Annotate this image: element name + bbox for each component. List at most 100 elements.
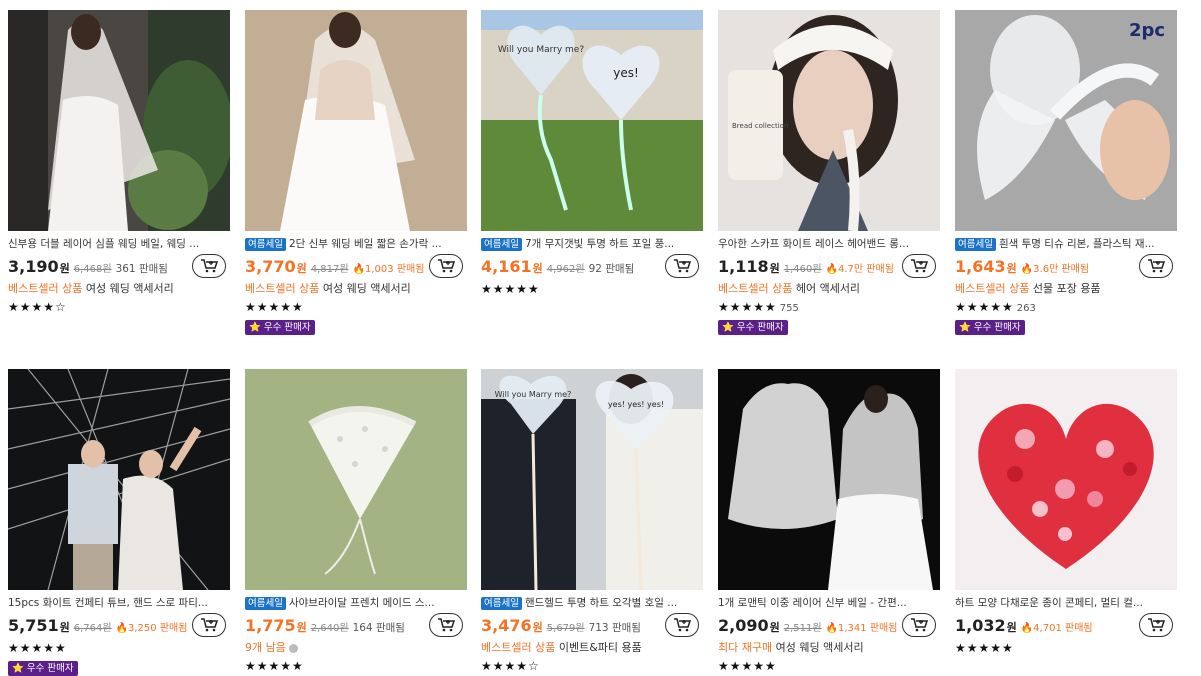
star-rating: ★★★★★ (8, 641, 67, 655)
sold-count: 🔥3.6만 판매됨 (1020, 264, 1090, 275)
currency: 원 (59, 621, 70, 634)
info-icon[interactable] (289, 643, 299, 653)
sold-count: 164 판매됨 (352, 622, 405, 634)
cart-plus-icon (911, 259, 928, 273)
product-title[interactable]: 여름세일 사야브라이달 프렌치 메이드 스... (245, 596, 467, 610)
price: 1,118 (718, 257, 769, 276)
product-title[interactable]: 여름세일 7개 무지갯빛 투명 하트 포일 풍... (481, 237, 703, 251)
product-card[interactable]: 신부용 더블 레이어 심플 웨딩 베일, 웨딩 ... 3,190 원 6,468… (8, 10, 230, 315)
currency: 원 (769, 262, 780, 275)
price-row: 1,775 원 2,640원 164 판매됨 (245, 613, 467, 638)
add-to-cart-button[interactable] (902, 254, 936, 278)
product-tag-line: 베스트셀러 상품 여성 웨딩 액세서리 (8, 282, 174, 295)
add-to-cart-button[interactable] (192, 254, 226, 278)
product-image[interactable] (8, 369, 230, 590)
product-card[interactable]: 여름세일 사야브라이달 프렌치 메이드 스... 1,775 원 2,640원 16… (245, 369, 467, 674)
cart-plus-icon (1148, 259, 1165, 273)
product-image[interactable]: Will you Marry me? yes! (481, 10, 703, 231)
star-rating: ★★★★☆ (8, 300, 67, 314)
product-image[interactable] (245, 10, 467, 231)
product-image[interactable]: Bread collection (718, 10, 940, 231)
sold-count: 🔥4,701 판매됨 (1020, 623, 1093, 634)
currency: 원 (59, 262, 70, 275)
product-image[interactable] (245, 369, 467, 590)
product-card[interactable]: 1개 로맨틱 이중 레이어 신부 베일 - 간편... 2,090 원 2,511… (718, 369, 940, 674)
add-to-cart-button[interactable] (1139, 613, 1173, 637)
price: 4,161 (481, 257, 532, 276)
price: 5,751 (8, 616, 59, 635)
stock-left-line: 9개 남음 (245, 640, 467, 656)
sold-count: 🔥1,341 판매됨 (825, 623, 898, 634)
product-title[interactable]: 하트 모양 다채로운 종이 콘페티, 멀티 컬... (955, 596, 1177, 610)
star-rating: ★★★★★ 263 (955, 300, 1036, 314)
sale-badge: 여름세일 (481, 238, 522, 251)
price-row: 5,751 원 6,764원 🔥3,250 판매됨 (8, 613, 230, 638)
top-seller-badge: ⭐ 우수 판매자 (718, 320, 788, 335)
price: 1,643 (955, 257, 1006, 276)
star-rating: ★★★★★ (718, 659, 777, 673)
currency: 원 (1006, 621, 1017, 634)
price: 1,775 (245, 616, 296, 635)
product-title[interactable]: 우아한 스카프 화이트 레이스 헤어밴드 롱... (718, 237, 940, 251)
product-title[interactable]: 여름세일 2단 신부 웨딩 베일 짧은 손가락 ... (245, 237, 467, 251)
star-rating: ★★★★☆ (481, 659, 540, 673)
pack-count-tag: 2pc (1129, 20, 1165, 41)
product-tag-line: 베스트셀러 상품 헤어 액세서리 (718, 282, 861, 295)
original-price: 4,817원 (310, 264, 349, 275)
product-image[interactable]: 2pc (955, 10, 1177, 231)
product-card[interactable]: Will you Marry me? yes! yes! yes! 여름세일 핸드… (481, 369, 703, 674)
original-price: 4,962원 (546, 264, 585, 275)
star-rating: ★★★★★ (481, 282, 540, 296)
star-rating: ★★★★★ 755 (718, 300, 799, 314)
star-rating: ★★★★★ (245, 300, 304, 314)
product-card[interactable]: 2pc 여름세일 흰색 투명 티슈 리본, 플라스틱 재... 1,643 원 🔥3… (955, 10, 1177, 335)
product-title[interactable]: 여름세일 흰색 투명 티슈 리본, 플라스틱 재... (955, 237, 1177, 251)
product-title[interactable]: 여름세일 핸드헬드 투명 하트 오각별 호일 ... (481, 596, 703, 610)
sale-badge: 여름세일 (955, 238, 996, 251)
add-to-cart-button[interactable] (1139, 254, 1173, 278)
balloon-text: Will you Marry me? (498, 45, 584, 55)
product-title[interactable]: 1개 로맨틱 이중 레이어 신부 베일 - 간편... (718, 596, 940, 610)
add-to-cart-button[interactable] (429, 254, 463, 278)
product-card[interactable]: 15pcs 화이트 컨페티 튜브, 핸드 스로 파티... 5,751 원 6,7… (8, 369, 230, 676)
product-image[interactable] (8, 10, 230, 231)
product-image[interactable] (718, 369, 940, 590)
product-card[interactable]: 하트 모양 다채로운 종이 콘페티, 멀티 컬... 1,032 원 🔥4,701… (955, 369, 1177, 656)
add-to-cart-button[interactable] (429, 613, 463, 637)
top-seller-badge: ⭐ 우수 판매자 (245, 320, 315, 335)
price: 3,190 (8, 257, 59, 276)
price-row: 1,118 원 1,460원 🔥4.7만 판매됨 (718, 254, 940, 279)
top-seller-badge: ⭐ 우수 판매자 (955, 320, 1025, 335)
product-card[interactable]: Bread collection 우아한 스카프 화이트 레이스 헤어밴드 롱.… (718, 10, 940, 335)
original-price: 6,468원 (73, 264, 112, 275)
cart-plus-icon (674, 259, 691, 273)
original-price: 2,640원 (310, 623, 349, 634)
add-to-cart-button[interactable] (665, 254, 699, 278)
product-image[interactable] (955, 369, 1177, 590)
cart-plus-icon (201, 618, 218, 632)
cart-plus-icon (201, 259, 218, 273)
original-price: 6,764원 (73, 623, 112, 634)
product-tag-line: 베스트셀러 상품 선물 포장 용품 (955, 282, 1101, 295)
price-row: 2,090 원 2,511원 🔥1,341 판매됨 (718, 613, 940, 638)
product-card[interactable]: 여름세일 2단 신부 웨딩 베일 짧은 손가락 ... 3,770 원 4,817원… (245, 10, 467, 335)
add-to-cart-button[interactable] (665, 613, 699, 637)
sold-count: 🔥1,003 판매됨 (352, 264, 425, 275)
balloon-text: Will you Marry me? (495, 390, 572, 399)
product-tag-line: 최다 재구매 여성 웨딩 액세서리 (718, 641, 864, 654)
add-to-cart-button[interactable] (902, 613, 936, 637)
product-title[interactable]: 15pcs 화이트 컨페티 튜브, 핸드 스로 파티... (8, 596, 230, 610)
top-seller-badge: ⭐ 우수 판매자 (8, 661, 78, 676)
price: 1,032 (955, 616, 1006, 635)
add-to-cart-button[interactable] (192, 613, 226, 637)
original-price: 1,460원 (783, 264, 822, 275)
balloon-text: yes! yes! yes! (608, 400, 664, 409)
product-title[interactable]: 신부용 더블 레이어 심플 웨딩 베일, 웨딩 ... (8, 237, 230, 251)
sold-count: 713 판매됨 (588, 622, 641, 634)
cart-plus-icon (438, 259, 455, 273)
product-image[interactable]: Will you Marry me? yes! yes! yes! (481, 369, 703, 590)
price-row: 1,032 원 🔥4,701 판매됨 (955, 613, 1177, 638)
product-card[interactable]: Will you Marry me? yes! 여름세일 7개 무지갯빛 투명 하… (481, 10, 703, 297)
cart-plus-icon (674, 618, 691, 632)
currency: 원 (532, 262, 543, 275)
